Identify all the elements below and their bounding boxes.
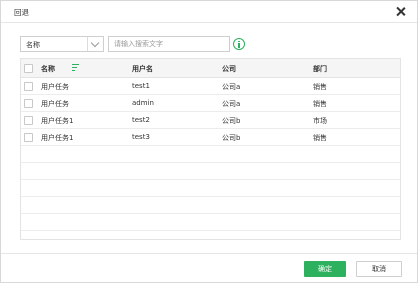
cell-company: 公司b (222, 134, 241, 142)
cell-company: 公司a (222, 83, 241, 91)
empty-row (21, 180, 400, 197)
row-checkbox[interactable] (24, 82, 33, 91)
dialog-header: 回退 (1, 1, 417, 23)
empty-row (21, 214, 400, 231)
cell-username: test2 (132, 116, 150, 124)
row-checkbox[interactable] (24, 116, 33, 125)
cell-username: test1 (132, 82, 150, 90)
dialog-footer: 确定 取消 (1, 253, 417, 283)
chevron-down-icon[interactable] (90, 38, 100, 48)
empty-row (21, 146, 400, 163)
row-checkbox[interactable] (24, 99, 33, 108)
cancel-button[interactable]: 取消 (356, 261, 402, 277)
cell-name: 用户任务1 (41, 117, 74, 125)
select-divider (87, 37, 88, 51)
cell-username: admin (132, 99, 154, 107)
table-row[interactable]: 用户任务 admin 公司a 销售 (21, 95, 400, 112)
cell-company: 公司b (222, 117, 241, 125)
close-icon[interactable] (395, 6, 406, 17)
column-header-department[interactable]: 部门 (313, 64, 327, 74)
cell-department: 市场 (313, 117, 327, 125)
data-grid: 名称 用户名 公司 部门 用户任务 test1 公司a 销售 用户任务 admi… (20, 58, 401, 240)
column-header-username[interactable]: 用户名 (132, 64, 153, 74)
search-input[interactable] (108, 36, 230, 52)
select-all-checkbox[interactable] (24, 64, 33, 73)
cell-department: 销售 (313, 100, 327, 108)
cell-name: 用户任务1 (41, 134, 74, 142)
table-row[interactable]: 用户任务1 test2 公司b 市场 (21, 112, 400, 129)
field-select[interactable]: 名称 (20, 36, 104, 52)
cell-username: test3 (132, 133, 150, 141)
dialog-title: 回退 (14, 8, 29, 17)
column-header-name[interactable]: 名称 (41, 64, 55, 74)
confirm-button[interactable]: 确定 (304, 261, 346, 277)
cell-name: 用户任务 (41, 100, 69, 108)
table-row[interactable]: 用户任务 test1 公司a 销售 (21, 78, 400, 95)
cell-company: 公司a (222, 100, 241, 108)
empty-row (21, 163, 400, 180)
info-icon[interactable] (233, 38, 245, 50)
cell-department: 销售 (313, 83, 327, 91)
dialog: 回退 名称 名称 用户名 公司 部门 用户任务 test1 公司a 销售 (0, 0, 418, 283)
grid-header: 名称 用户名 公司 部门 (21, 59, 400, 78)
sort-filter-icon[interactable] (72, 64, 79, 72)
row-checkbox[interactable] (24, 133, 33, 142)
table-row[interactable]: 用户任务1 test3 公司b 销售 (21, 129, 400, 146)
field-select-value: 名称 (26, 41, 40, 49)
empty-row (21, 197, 400, 214)
column-header-company[interactable]: 公司 (222, 64, 236, 74)
cell-name: 用户任务 (41, 83, 69, 91)
cell-department: 销售 (313, 134, 327, 142)
